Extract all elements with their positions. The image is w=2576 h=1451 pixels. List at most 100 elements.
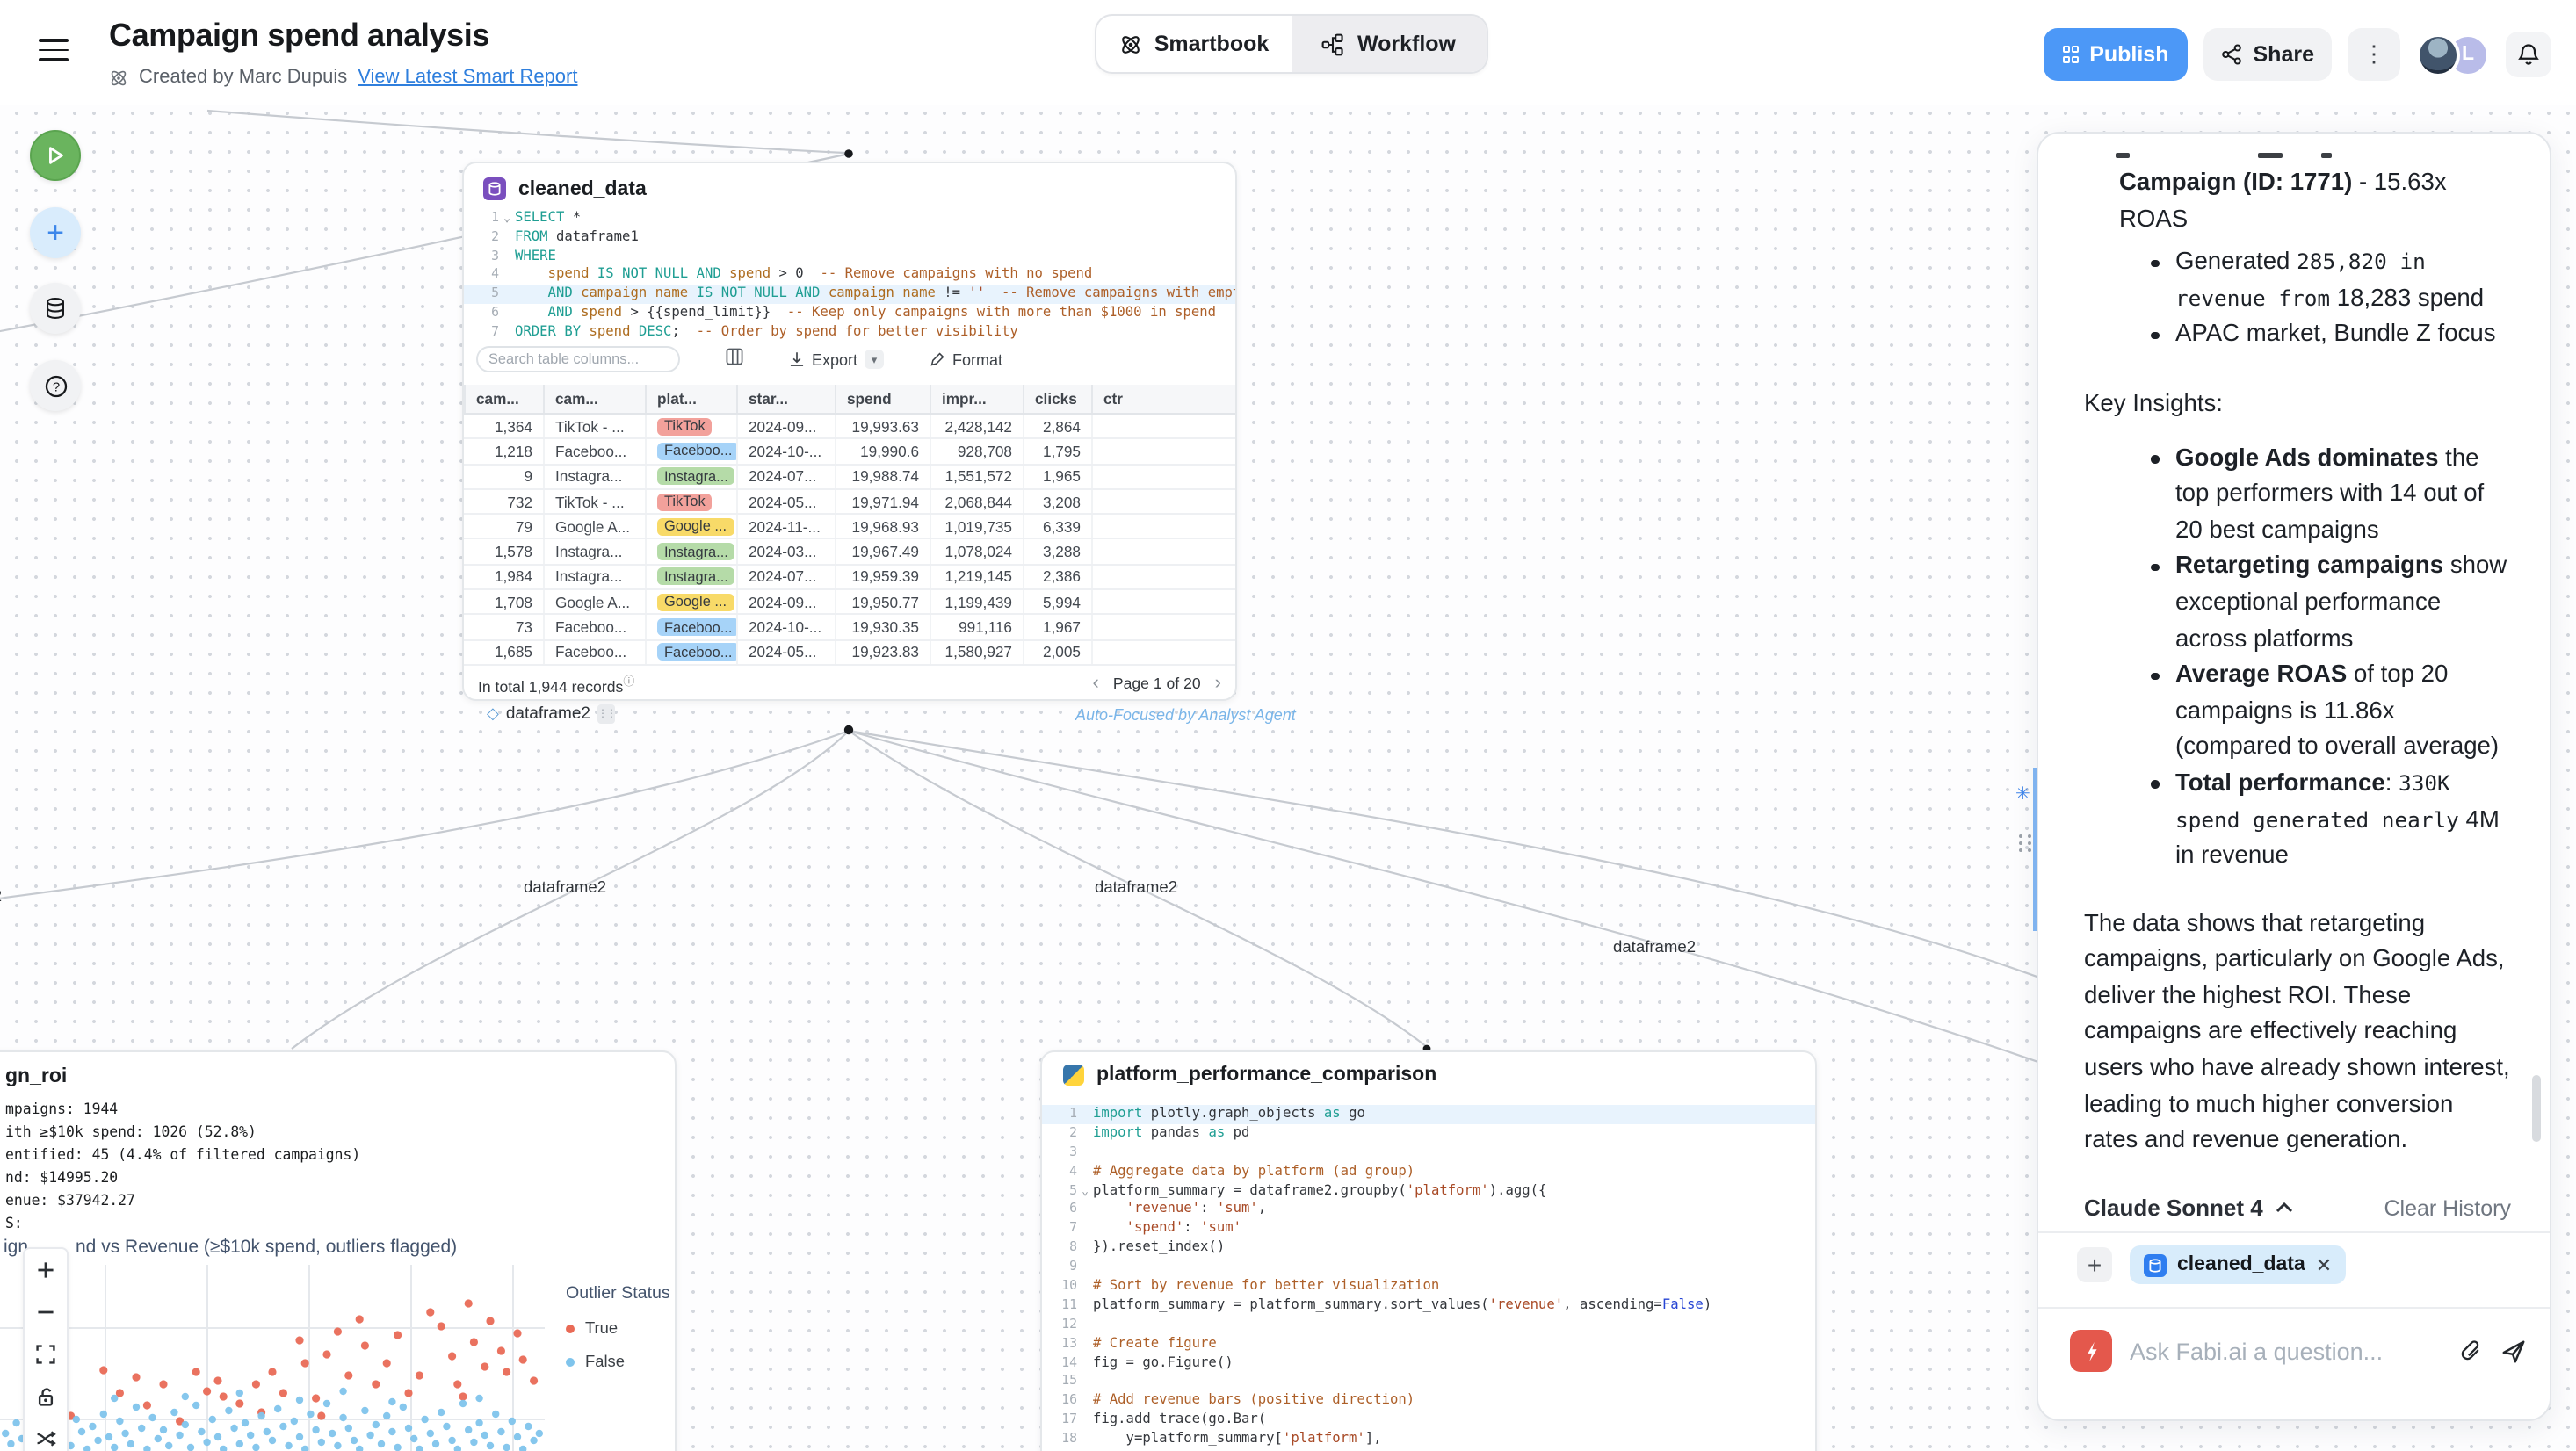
table-row[interactable]: 1,708Google A...Google ...2024-09...19,9…	[464, 590, 1235, 616]
notifications-button[interactable]	[2506, 32, 2551, 77]
code-line[interactable]: 3	[1042, 1144, 1815, 1163]
table-row[interactable]: 1,984Instagra...Instagra...2024-07...19,…	[464, 566, 1235, 591]
output-dataframe-tag[interactable]: ◇ dataframe2 ⋮⋮	[487, 704, 615, 724]
table-cell: 19,993.63	[835, 415, 930, 438]
table-row[interactable]: 9Instagra...Instagra...2024-07...19,988.…	[464, 465, 1235, 490]
tab-smartbook[interactable]: Smartbook	[1096, 16, 1292, 72]
legend-item-false[interactable]: False	[566, 1353, 670, 1370]
avatar[interactable]	[2416, 32, 2460, 76]
node-card-platform-performance-comparison[interactable]: platform_performance_comparison 1import …	[1040, 1050, 1817, 1451]
menu-icon[interactable]	[39, 39, 69, 61]
remove-chip-icon[interactable]: ✕	[2316, 1253, 2332, 1276]
table-row[interactable]: 73Faceboo...Faceboo...2024-10-...19,930.…	[464, 616, 1235, 641]
columns-icon[interactable]	[726, 348, 743, 371]
table-cell: 1,685	[464, 640, 543, 664]
tab-workflow[interactable]: Workflow	[1292, 16, 1487, 72]
list-item: Google Ads dominates the top performers …	[2084, 440, 2511, 549]
run-workflow-button[interactable]	[30, 130, 81, 181]
code-line[interactable]: 3WHERE	[464, 247, 1235, 266]
python-code-editor[interactable]: 1import plotly.graph_objects as go2impor…	[1042, 1105, 1815, 1451]
code-line[interactable]: 15	[1042, 1373, 1815, 1392]
drag-handle-icon[interactable]: ⋮⋮	[597, 704, 615, 724]
send-icon	[2500, 1338, 2527, 1364]
lock-axes-button[interactable]	[25, 1375, 67, 1418]
code-line[interactable]: 1⌄SELECT *	[464, 209, 1235, 228]
node-card-cleaned-data[interactable]: cleaned_data 1⌄SELECT *2FROM dataframe13…	[462, 162, 1237, 701]
code-line[interactable]: 2import pandas as pd	[1042, 1124, 1815, 1144]
zoom-out-button[interactable]	[25, 1291, 67, 1333]
column-header[interactable]: ctr	[1091, 385, 1235, 413]
format-button[interactable]: Format	[930, 350, 1002, 368]
table-row[interactable]: 79Google A...Google ...2024-11-...19,968…	[464, 515, 1235, 540]
code-line[interactable]: 10# Sort by revenue for better visualiza…	[1042, 1277, 1815, 1296]
model-selector[interactable]: Claude Sonnet 4	[2084, 1195, 2293, 1221]
help-button[interactable]: ?	[30, 360, 81, 411]
column-header[interactable]: star...	[736, 385, 835, 413]
code-line[interactable]: 16# Add revenue bars (positive direction…	[1042, 1392, 1815, 1411]
table-row[interactable]: 1,364TikTok - ...TikTok2024-09...19,993.…	[464, 415, 1235, 440]
data-sources-button[interactable]	[30, 283, 81, 334]
fullscreen-button[interactable]	[25, 1333, 67, 1375]
add-node-button[interactable]: +	[30, 207, 81, 258]
scatter-plot[interactable]	[0, 1265, 559, 1451]
table-cell	[1091, 490, 1235, 514]
code-line[interactable]: 4# Aggregate data by platform (ad group)	[1042, 1162, 1815, 1181]
code-line[interactable]: 11platform_summary = platform_summary.so…	[1042, 1296, 1815, 1316]
code-line[interactable]: 7ORDER BY spend DESC; -- Order by spend …	[464, 322, 1235, 342]
code-line[interactable]: 13# Create figure	[1042, 1334, 1815, 1354]
export-button[interactable]: Export ▾	[789, 350, 884, 369]
export-chevron-icon[interactable]: ▾	[865, 350, 884, 369]
info-icon[interactable]: ⓘ	[623, 675, 634, 688]
results-table[interactable]: cam...cam...plat...star...spendimpr...cl…	[464, 385, 1235, 666]
next-page-button[interactable]: ›	[1215, 672, 1221, 693]
column-header[interactable]: impr...	[930, 385, 1023, 413]
legend-item-true[interactable]: True	[566, 1319, 670, 1337]
code-line[interactable]: 5⌄platform_summary = dataframe2.groupby(…	[1042, 1181, 1815, 1201]
panel-resize-accent[interactable]	[2033, 768, 2037, 931]
table-row[interactable]: 732TikTok - ...TikTok2024-05...19,971.94…	[464, 490, 1235, 516]
code-line[interactable]: 6 AND spend > {{spend_limit}} -- Keep on…	[464, 304, 1235, 323]
send-button[interactable]	[2500, 1338, 2527, 1364]
add-context-button[interactable]: +	[2077, 1247, 2112, 1282]
code-line[interactable]: 18 y=platform_summary['platform'],	[1042, 1430, 1815, 1449]
publish-button[interactable]: Publish	[2043, 28, 2188, 81]
search-table-columns-input[interactable]	[476, 346, 680, 372]
sql-code-editor[interactable]: 1⌄SELECT *2FROM dataframe13WHERE4 spend …	[464, 209, 1235, 342]
prev-page-button[interactable]: ‹	[1093, 672, 1099, 693]
attach-file-button[interactable]	[2458, 1339, 2483, 1363]
context-chip-cleaned-data[interactable]: cleaned_data ✕	[2130, 1245, 2346, 1284]
code-line[interactable]: 8}).reset_index()	[1042, 1238, 1815, 1258]
code-line[interactable]: 2FROM dataframe1	[464, 228, 1235, 248]
code-line[interactable]: 17fig.add_trace(go.Bar(	[1042, 1411, 1815, 1431]
ask-question-input[interactable]	[2130, 1338, 2441, 1364]
panel-scrollbar[interactable]	[2532, 1075, 2541, 1142]
zoom-in-button[interactable]	[25, 1249, 67, 1291]
code-line[interactable]: 7 'spend': 'sum'	[1042, 1220, 1815, 1239]
view-latest-smart-report-link[interactable]: View Latest Smart Report	[358, 67, 577, 88]
column-header[interactable]: clicks	[1023, 385, 1091, 413]
panel-drag-handle-icon[interactable]	[2019, 834, 2033, 852]
pin-icon[interactable]: ✳	[2015, 785, 2030, 805]
column-header[interactable]: cam...	[543, 385, 645, 413]
avatar-group[interactable]: L	[2416, 32, 2490, 76]
code-line[interactable]: 14fig = go.Figure()	[1042, 1354, 1815, 1373]
platform-badge: Instagra...	[657, 467, 735, 485]
shuffle-button[interactable]	[25, 1418, 67, 1451]
column-header[interactable]: plat...	[645, 385, 736, 413]
table-cell: Faceboo...	[645, 640, 736, 664]
code-line[interactable]: 4 spend IS NOT NULL AND spend > 0 -- Rem…	[464, 266, 1235, 285]
edge-label-dataframe2: dataframe2	[524, 878, 606, 896]
column-header[interactable]: cam...	[464, 385, 543, 413]
clear-history-button[interactable]: Clear History	[2384, 1195, 2512, 1220]
code-line[interactable]: 9	[1042, 1258, 1815, 1277]
code-line[interactable]: 6 'revenue': 'sum',	[1042, 1201, 1815, 1220]
share-button[interactable]: Share	[2204, 28, 2333, 81]
table-row[interactable]: 1,578Instagra...Instagra...2024-03...19,…	[464, 540, 1235, 566]
code-line[interactable]: 12	[1042, 1316, 1815, 1335]
table-row[interactable]: 1,218Faceboo...Faceboo...2024-10-...19,9…	[464, 440, 1235, 466]
more-options-button[interactable]: ⋮	[2348, 28, 2400, 81]
column-header[interactable]: spend	[835, 385, 930, 413]
code-line[interactable]: 5 AND campaign_name IS NOT NULL AND camp…	[464, 285, 1235, 304]
code-line[interactable]: 1import plotly.graph_objects as go	[1042, 1105, 1815, 1124]
table-row[interactable]: 1,685Faceboo...Faceboo...2024-05...19,92…	[464, 640, 1235, 666]
